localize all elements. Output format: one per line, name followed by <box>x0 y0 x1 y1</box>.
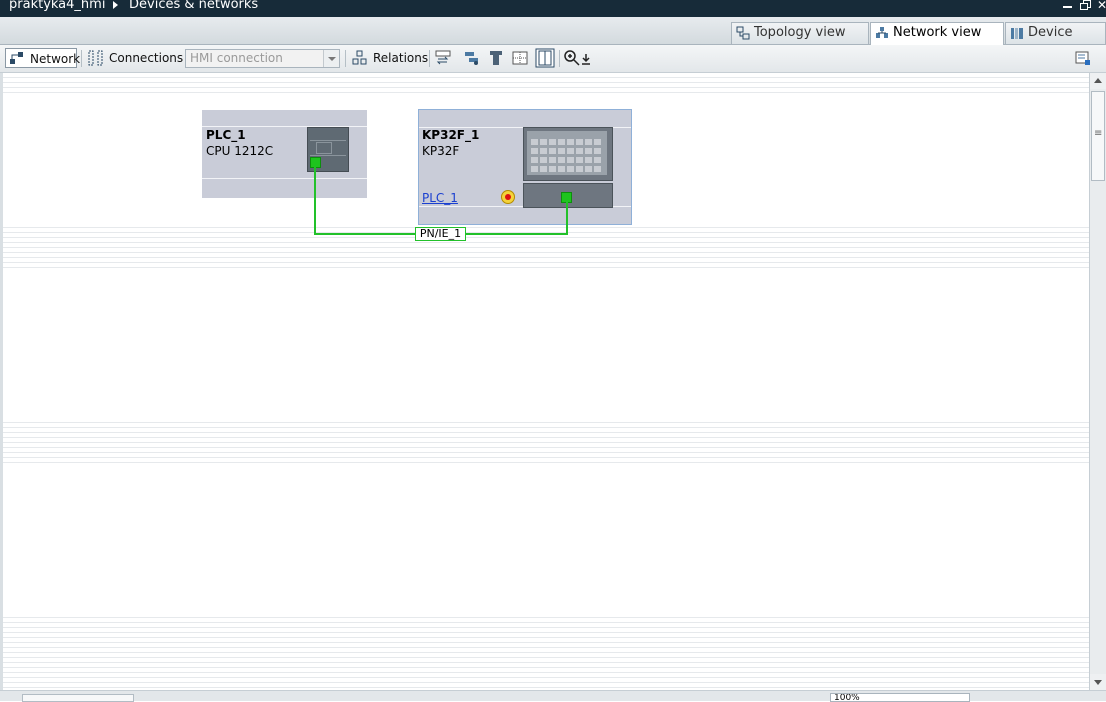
connections-label: Connections <box>109 51 184 65</box>
scroll-up-icon[interactable] <box>1090 73 1106 89</box>
connections-icon <box>88 50 103 66</box>
view-tabs-bar: Topology view Network view Device view <box>0 17 1106 60</box>
network-toolbar: Network Connections HMI connection Relat… <box>0 45 1106 73</box>
show-names-icon[interactable] <box>435 50 451 66</box>
device-row-divider <box>202 178 367 179</box>
plc-type: CPU 1212C <box>206 144 274 158</box>
hmi-type: KP32F <box>422 144 460 158</box>
hmi-name[interactable]: KP32F_1 <box>422 128 479 142</box>
relations-button[interactable]: Relations <box>351 48 429 68</box>
plc-device[interactable]: PLC_1 CPU 1212C <box>202 110 367 198</box>
connections-mode-button[interactable]: Connections <box>87 48 183 68</box>
network-mode-icon <box>10 52 23 64</box>
device-list-icon[interactable] <box>488 50 504 66</box>
tab-network-view[interactable]: Network view <box>870 22 1004 45</box>
device-icon <box>1011 28 1023 39</box>
breadcrumb-arrow-icon <box>113 1 118 9</box>
grid-lines <box>3 418 1089 463</box>
breadcrumb-project[interactable]: praktyka4_hmi <box>9 0 105 12</box>
plc-network-line[interactable] <box>314 167 316 235</box>
tab-network-label: Network view <box>893 25 982 40</box>
network-mode-label: Network <box>30 52 81 66</box>
network-mode-button[interactable]: Network <box>5 48 81 68</box>
scroll-down-icon[interactable] <box>1090 674 1106 690</box>
chevron-down-icon[interactable] <box>323 50 339 67</box>
title-bar: praktyka4_hmi Devices & networks ✕ <box>0 0 1106 17</box>
scroll-thumb[interactable] <box>1091 91 1105 181</box>
hmi-network-line[interactable] <box>566 201 568 235</box>
minimize-icon[interactable] <box>1063 0 1073 10</box>
grid-lines <box>3 73 1089 93</box>
network-icon <box>876 27 888 38</box>
grid-icon[interactable] <box>512 50 528 66</box>
close-icon[interactable]: ✕ <box>1097 0 1106 11</box>
subnet-label[interactable]: PN/IE_1 <box>415 227 466 241</box>
grid-lines <box>3 223 1089 268</box>
connection-type-select[interactable]: HMI connection <box>185 49 340 68</box>
horizontal-scrollbar[interactable]: 100% <box>0 690 1106 702</box>
zoom-in-icon[interactable] <box>564 50 580 66</box>
connection-warning-icon[interactable] <box>501 190 515 204</box>
tab-topology-label: Topology view <box>754 25 846 40</box>
overview-toggle-icon[interactable] <box>535 48 555 68</box>
topology-icon <box>736 26 750 40</box>
toolbar-separator <box>559 50 560 67</box>
hmi-keypad-icon <box>523 127 613 181</box>
toolbar-separator <box>81 50 82 67</box>
panel-toggle-icon[interactable] <box>1075 50 1091 66</box>
grid-lines <box>3 613 1089 688</box>
toolbar-separator <box>345 50 346 67</box>
download-arrow-icon[interactable] <box>581 50 591 66</box>
hmi-plc-link[interactable]: PLC_1 <box>422 191 458 205</box>
relations-label: Relations <box>373 51 429 65</box>
toolbar-separator <box>429 50 430 67</box>
plc-name[interactable]: PLC_1 <box>206 128 246 142</box>
show-interfaces-icon[interactable] <box>464 50 480 66</box>
relations-icon <box>352 50 367 65</box>
hmi-device[interactable]: KP32F_1 KP32F PLC_1 <box>418 109 632 225</box>
tab-topology-view[interactable]: Topology view <box>731 22 869 44</box>
breadcrumb-section[interactable]: Devices & networks <box>129 0 258 12</box>
restore-icon[interactable] <box>1080 0 1091 10</box>
connection-type-value: HMI connection <box>190 51 283 65</box>
vertical-scrollbar[interactable] <box>1089 73 1106 690</box>
tab-device-view[interactable]: Device view <box>1005 22 1106 60</box>
